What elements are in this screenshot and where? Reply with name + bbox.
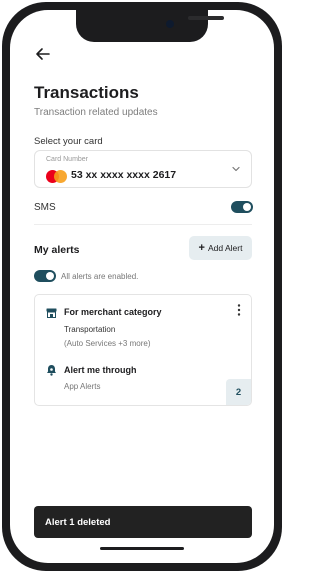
my-alerts-heading: My alerts — [34, 244, 80, 256]
alert-category: Transportation — [64, 325, 116, 334]
plus-icon: + — [198, 242, 205, 254]
page-subtitle: Transaction related updates — [34, 107, 158, 118]
all-alerts-toggle[interactable] — [34, 270, 56, 282]
card-number-value: 53 xx xxxx xxxx 2617 — [71, 169, 177, 181]
back-arrow-icon[interactable] — [34, 45, 52, 63]
add-alert-button[interactable]: + Add Alert — [189, 236, 252, 260]
card-select-label: Select your card — [34, 136, 103, 147]
chevron-down-icon — [232, 166, 240, 172]
sms-label: SMS — [34, 202, 56, 213]
phone-frame: Transactions Transaction related updates… — [2, 2, 282, 571]
alert-card[interactable]: For merchant category Transportation (Au… — [34, 294, 252, 406]
more-options-icon[interactable] — [237, 304, 241, 316]
mastercard-icon — [46, 170, 67, 183]
all-alerts-status: All alerts are enabled. — [61, 272, 139, 281]
divider — [34, 224, 252, 225]
speaker — [188, 16, 224, 20]
alert-trigger-title: For merchant category — [64, 307, 162, 317]
app-screen: Transactions Transaction related updates… — [10, 10, 274, 563]
alert-channel-title: Alert me through — [64, 365, 137, 375]
camera — [166, 20, 174, 28]
alert-channel-value: App Alerts — [64, 382, 101, 391]
card-number-caption: Card Number — [46, 156, 89, 163]
snackbar-message: Alert 1 deleted — [45, 516, 111, 528]
page-title: Transactions — [34, 83, 139, 102]
alert-count-badge: 2 — [226, 379, 251, 405]
store-icon — [46, 308, 57, 318]
card-dropdown[interactable]: Card Number 53 xx xxxx xxxx 2617 — [34, 150, 252, 188]
snackbar: Alert 1 deleted — [34, 506, 252, 538]
notch — [76, 10, 224, 42]
bell-icon — [47, 365, 56, 376]
sms-toggle[interactable] — [231, 201, 253, 213]
alert-category-more: (Auto Services +3 more) — [64, 339, 151, 348]
add-alert-label: Add Alert — [207, 243, 243, 253]
home-indicator — [100, 547, 184, 550]
